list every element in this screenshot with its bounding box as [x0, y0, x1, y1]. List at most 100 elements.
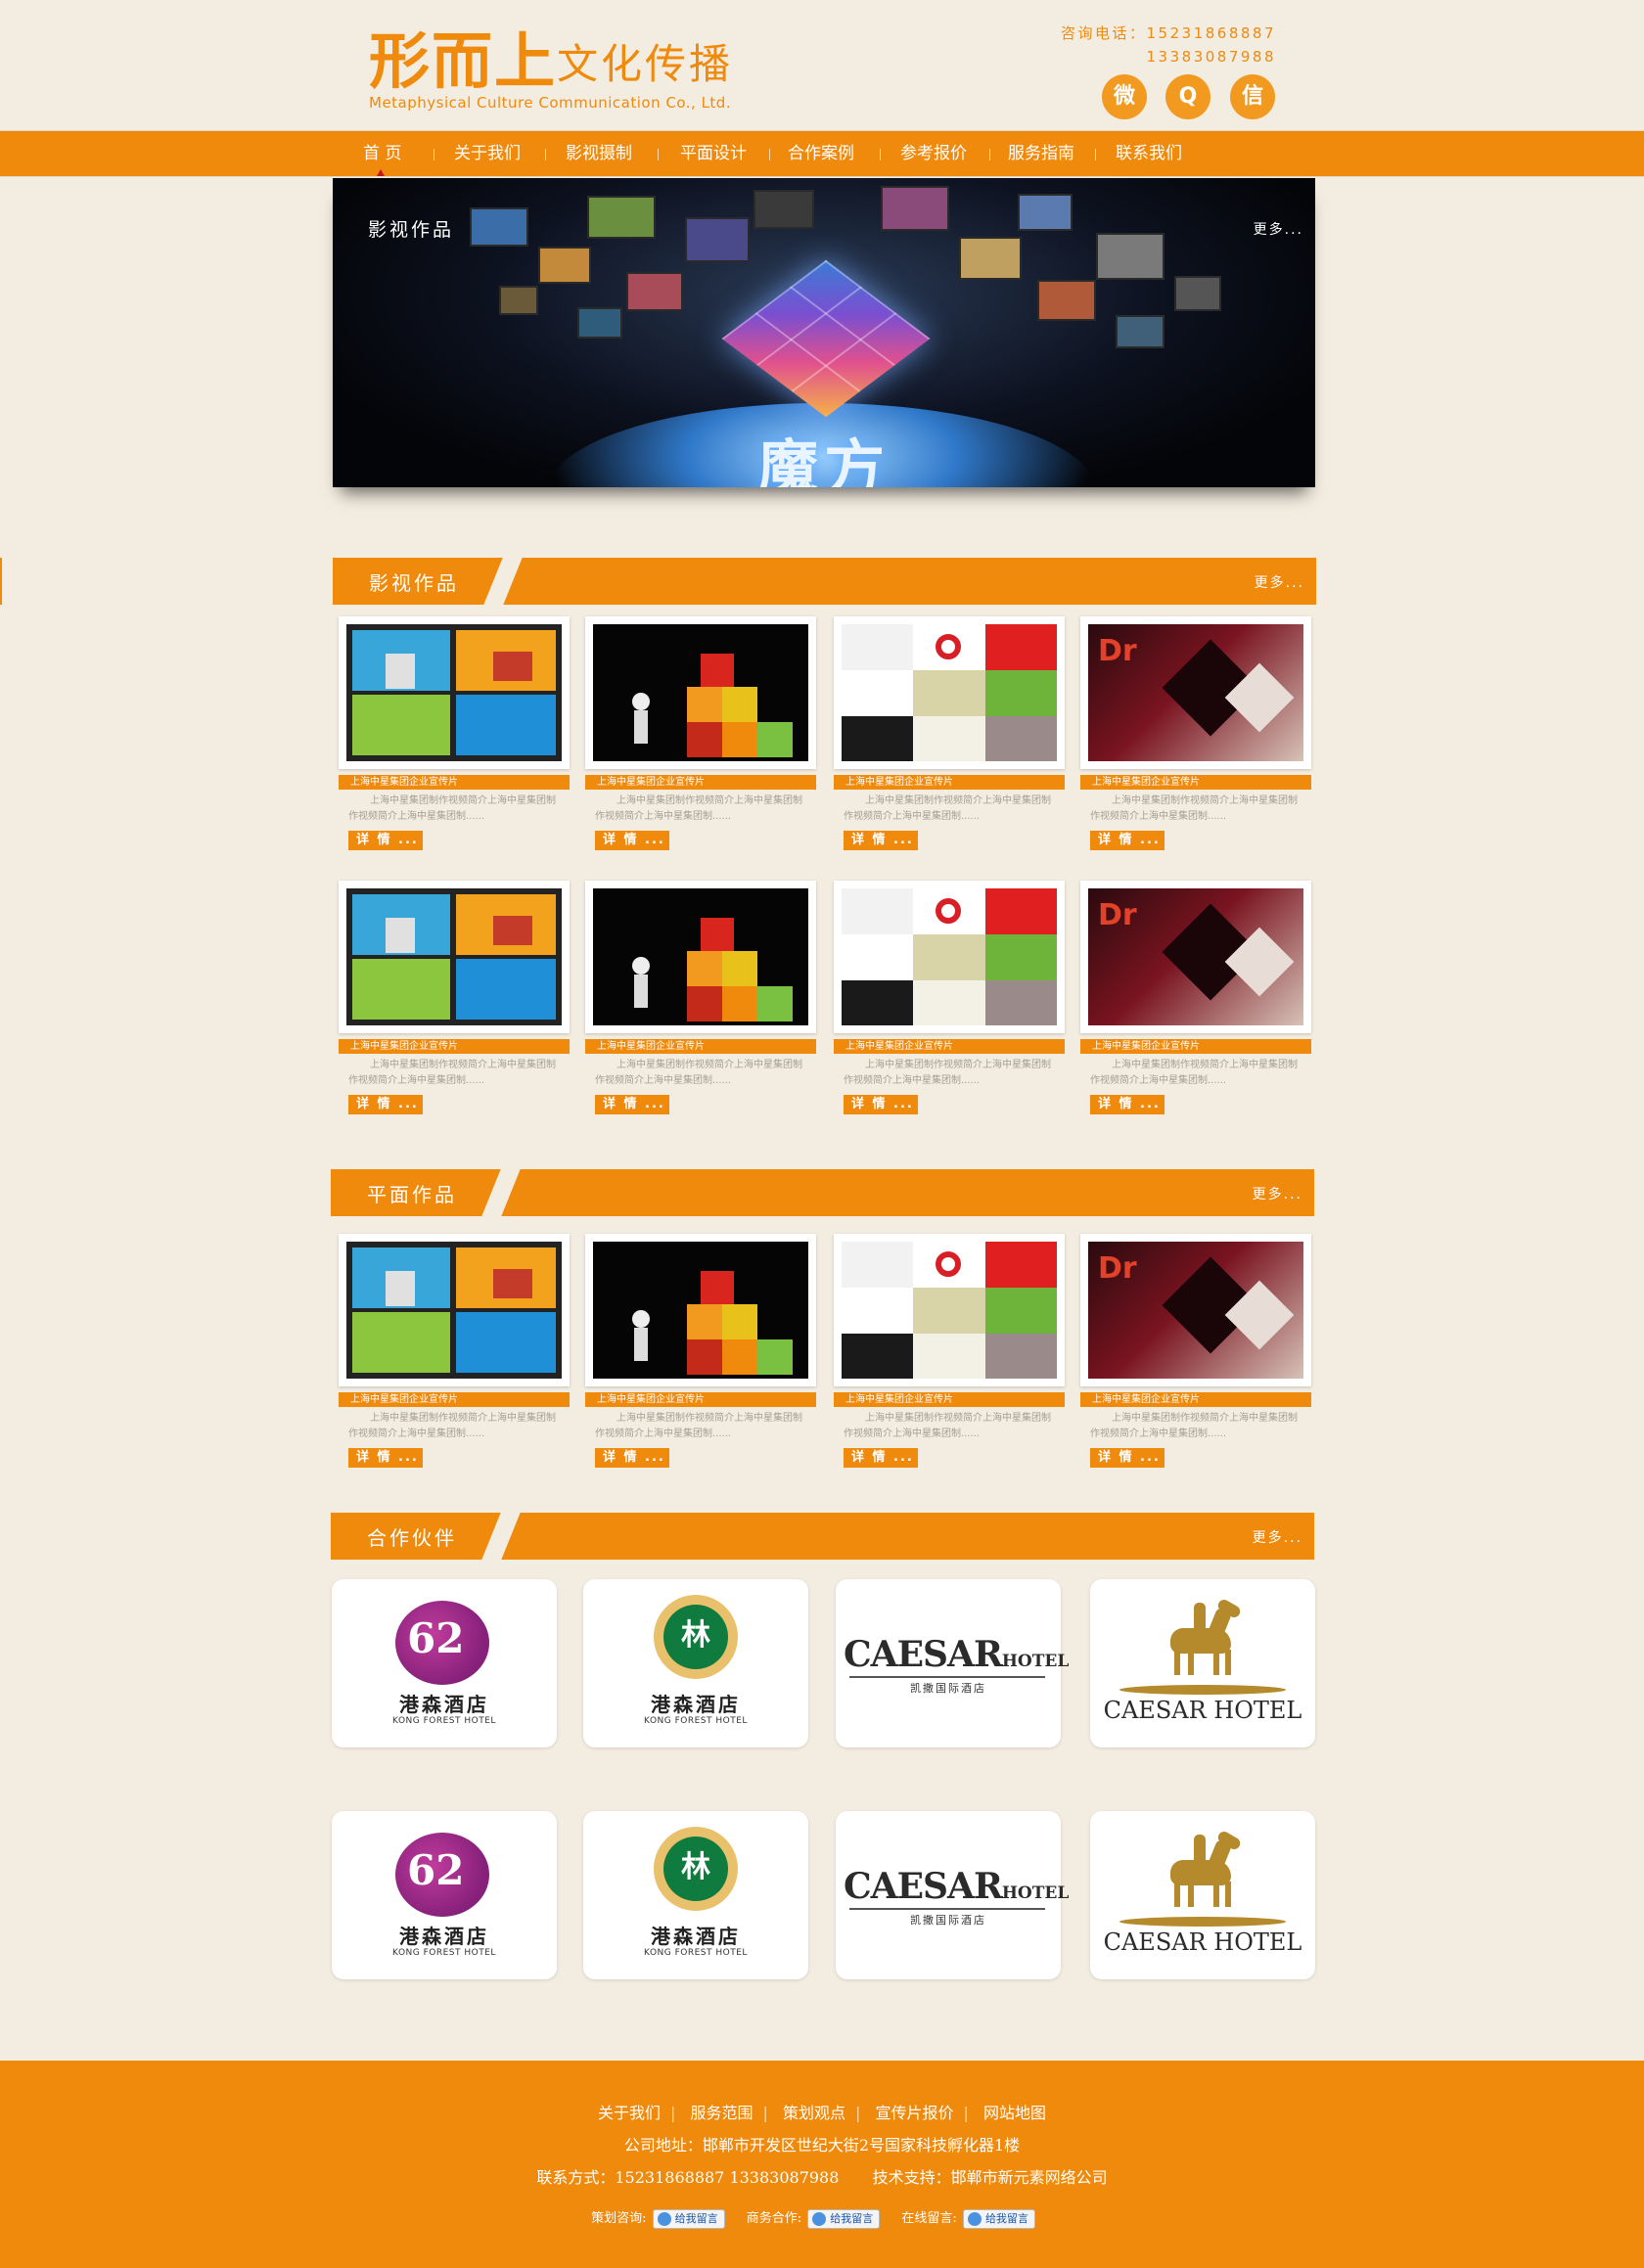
work-caption[interactable]: 上海中星集团企业宣传片 — [339, 1392, 570, 1407]
footer-address: 公司地址：邯郸市开发区世纪大街2号国家科技孵化器1楼 — [623, 2136, 1021, 2155]
work-caption[interactable]: 上海中星集团企业宣传片 — [834, 1392, 1065, 1407]
details-button[interactable]: 详 情 ... — [595, 1095, 669, 1114]
banner-tile — [881, 186, 949, 231]
footer-link-sitemap[interactable]: 网站地图 — [983, 2104, 1046, 2122]
caesar-divider — [849, 1908, 1045, 1910]
nav-item-cases[interactable]: 合作案例 — [788, 131, 854, 176]
nav-item-film[interactable]: 影视摄制 — [566, 131, 632, 176]
chat-label: 在线留言: — [901, 2211, 957, 2226]
work-caption[interactable]: 上海中星集团企业宣传片 — [339, 775, 570, 790]
nav-separator — [769, 149, 770, 160]
work-card[interactable]: 上海中星集团企业宣传片 上海中星集团制作视频简介上海中星集团制作视频简介上海中星集… — [585, 616, 816, 851]
rubiks-cube-graphic — [721, 259, 931, 418]
header-slash — [480, 1165, 523, 1220]
work-thumbnail[interactable] — [834, 881, 1065, 1033]
partner-name-cn: 港森酒店 — [399, 1693, 489, 1716]
partner-name-cn: 凯撒国际酒店 — [910, 1682, 986, 1695]
work-caption[interactable]: 上海中星集团企业宣传片 — [585, 775, 816, 790]
footer-link-pricing[interactable]: 宣传片报价 — [875, 2104, 953, 2122]
work-card[interactable]: 上海中星集团企业宣传片 上海中星集团制作视频简介上海中星集团制作视频简介上海中星集… — [585, 881, 816, 1115]
thumbnail-image — [593, 888, 808, 1025]
partner-logo-card[interactable]: 林港森酒店 KONG FOREST HOTEL — [583, 1811, 808, 1979]
details-button[interactable]: 详 情 ... — [595, 831, 669, 850]
work-card[interactable]: 上海中星集团企业宣传片 上海中星集团制作视频简介上海中星集团制作视频简介上海中星集… — [339, 616, 570, 851]
work-thumbnail[interactable]: Dr — [1080, 881, 1311, 1033]
work-caption[interactable]: 上海中星集团企业宣传片 — [1080, 775, 1311, 790]
nav-item-pricing[interactable]: 参考报价 — [900, 131, 967, 176]
work-caption[interactable]: 上海中星集团企业宣传片 — [585, 1039, 816, 1054]
section-title: 平面作品 — [367, 1183, 457, 1206]
forest-hotel-logo-mark: 林 — [654, 1595, 738, 1679]
banner-logo-text: 魔方 — [756, 432, 890, 487]
work-card[interactable]: 上海中星集团企业宣传片 上海中星集团制作视频简介上海中星集团制作视频简介上海中星集… — [834, 616, 1065, 851]
nav-item-guide[interactable]: 服务指南 — [1008, 131, 1074, 176]
work-caption[interactable]: 上海中星集团企业宣传片 — [834, 1039, 1065, 1054]
thumbnail-image: Dr — [1088, 1242, 1303, 1379]
nav-item-about[interactable]: 关于我们 — [454, 131, 521, 176]
nav-item-graphic[interactable]: 平面设计 — [680, 131, 747, 176]
details-button[interactable]: 详 情 ... — [348, 1095, 423, 1114]
footer-separator: | — [670, 2104, 676, 2122]
banner-more-link[interactable]: 更多... — [1254, 219, 1303, 239]
work-caption[interactable]: 上海中星集团企业宣传片 — [1080, 1392, 1311, 1407]
work-thumbnail[interactable] — [339, 616, 570, 769]
details-button[interactable]: 详 情 ... — [1090, 1095, 1164, 1114]
section-more-link[interactable]: 更多... — [1253, 1184, 1302, 1203]
work-caption[interactable]: 上海中星集团企业宣传片 — [1080, 1039, 1311, 1054]
details-button[interactable]: 详 情 ... — [348, 1448, 423, 1468]
work-card[interactable]: Dr 上海中星集团企业宣传片 上海中星集团制作视频简介上海中星集团制作视频简介上海中… — [1080, 881, 1311, 1115]
chat-button-message[interactable]: 给我留言 — [962, 2208, 1035, 2229]
work-thumbnail[interactable]: Dr — [1080, 616, 1311, 769]
partner-logo-card[interactable]: 62 港森酒店 KONG FOREST HOTEL — [332, 1811, 557, 1979]
work-card[interactable]: Dr 上海中星集团企业宣传片 上海中星集团制作视频简介上海中星集团制作视频简介上海中… — [1080, 1234, 1311, 1469]
partner-logo-card[interactable]: CAESARHOTEL 凯撒国际酒店 — [836, 1579, 1069, 1747]
section-more-link[interactable]: 更多... — [1253, 1527, 1302, 1547]
wechat-icon[interactable]: 信 — [1230, 74, 1275, 119]
chat-button-business[interactable]: 给我留言 — [807, 2208, 881, 2229]
work-card[interactable]: 上海中星集团企业宣传片 上海中星集团制作视频简介上海中星集团制作视频简介上海中星集… — [585, 1234, 816, 1469]
work-caption[interactable]: 上海中星集团企业宣传片 — [834, 775, 1065, 790]
work-description: 上海中星集团制作视频简介上海中星集团制作视频简介上海中星集团制...... — [348, 1060, 556, 1086]
footer-link-about[interactable]: 关于我们 — [598, 2104, 661, 2122]
details-button[interactable]: 详 情 ... — [595, 1448, 669, 1468]
work-thumbnail[interactable] — [834, 1234, 1065, 1386]
hero-banner[interactable]: 影视作品 更多... 魔方 — [333, 178, 1315, 487]
details-button[interactable]: 详 情 ... — [844, 831, 918, 850]
work-thumbnail[interactable] — [585, 881, 816, 1033]
nav-item-contact[interactable]: 联系我们 — [1116, 131, 1182, 176]
details-button[interactable]: 详 情 ... — [1090, 831, 1164, 850]
work-caption[interactable]: 上海中星集团企业宣传片 — [585, 1392, 816, 1407]
footer-link-services[interactable]: 服务范围 — [690, 2104, 753, 2122]
partner-logo-card[interactable]: CAESAR HOTEL — [1090, 1579, 1315, 1747]
weibo-icon[interactable]: 微 — [1102, 74, 1147, 119]
site-logo[interactable]: 形而上文化传播 Metaphysical Culture Communicati… — [369, 29, 760, 117]
details-button[interactable]: 详 情 ... — [844, 1448, 918, 1468]
footer-separator: | — [963, 2104, 969, 2122]
work-thumbnail[interactable] — [585, 1234, 816, 1386]
partner-logo-card[interactable]: CAESARHOTEL 凯撒国际酒店 — [836, 1811, 1069, 1979]
partner-logo-card[interactable]: 林港森酒店 KONG FOREST HOTEL — [583, 1579, 808, 1747]
details-button[interactable]: 详 情 ... — [348, 831, 423, 850]
banner-title: 影视作品 — [368, 219, 455, 241]
partner-logo-card[interactable]: CAESAR HOTEL — [1090, 1811, 1315, 1979]
chat-button-planning[interactable]: 给我留言 — [652, 2208, 725, 2229]
qq-icon[interactable]: Q — [1165, 74, 1210, 119]
work-thumbnail[interactable] — [834, 616, 1065, 769]
work-thumbnail[interactable] — [585, 616, 816, 769]
work-thumbnail[interactable]: Dr — [1080, 1234, 1311, 1386]
work-card[interactable]: 上海中星集团企业宣传片 上海中星集团制作视频简介上海中星集团制作视频简介上海中星集… — [834, 881, 1065, 1115]
work-thumbnail[interactable] — [339, 881, 570, 1033]
work-card[interactable]: Dr 上海中星集团企业宣传片 上海中星集团制作视频简介上海中星集团制作视频简介上海中… — [1080, 616, 1311, 851]
details-button[interactable]: 详 情 ... — [1090, 1448, 1164, 1468]
section-more-link[interactable]: 更多... — [1255, 572, 1304, 592]
header-slash — [480, 1509, 523, 1564]
footer-link-planning[interactable]: 策划观点 — [783, 2104, 845, 2122]
work-card[interactable]: 上海中星集团企业宣传片 上海中星集团制作视频简介上海中星集团制作视频简介上海中星集… — [834, 1234, 1065, 1469]
contact-phone-1: 咨询电话：15231868887 — [1061, 24, 1276, 42]
work-caption[interactable]: 上海中星集团企业宣传片 — [339, 1039, 570, 1054]
details-button[interactable]: 详 情 ... — [844, 1095, 918, 1114]
partner-logo-card[interactable]: 62 港森酒店 KONG FOREST HOTEL — [332, 1579, 557, 1747]
work-card[interactable]: 上海中星集团企业宣传片上海中星集团制作视频简介上海中星集团制作视频简介上海中星集… — [339, 881, 570, 1115]
work-card[interactable]: 上海中星集团企业宣传片 上海中星集团制作视频简介上海中星集团制作视频简介上海中星集… — [339, 1234, 570, 1469]
work-thumbnail[interactable] — [339, 1234, 570, 1386]
